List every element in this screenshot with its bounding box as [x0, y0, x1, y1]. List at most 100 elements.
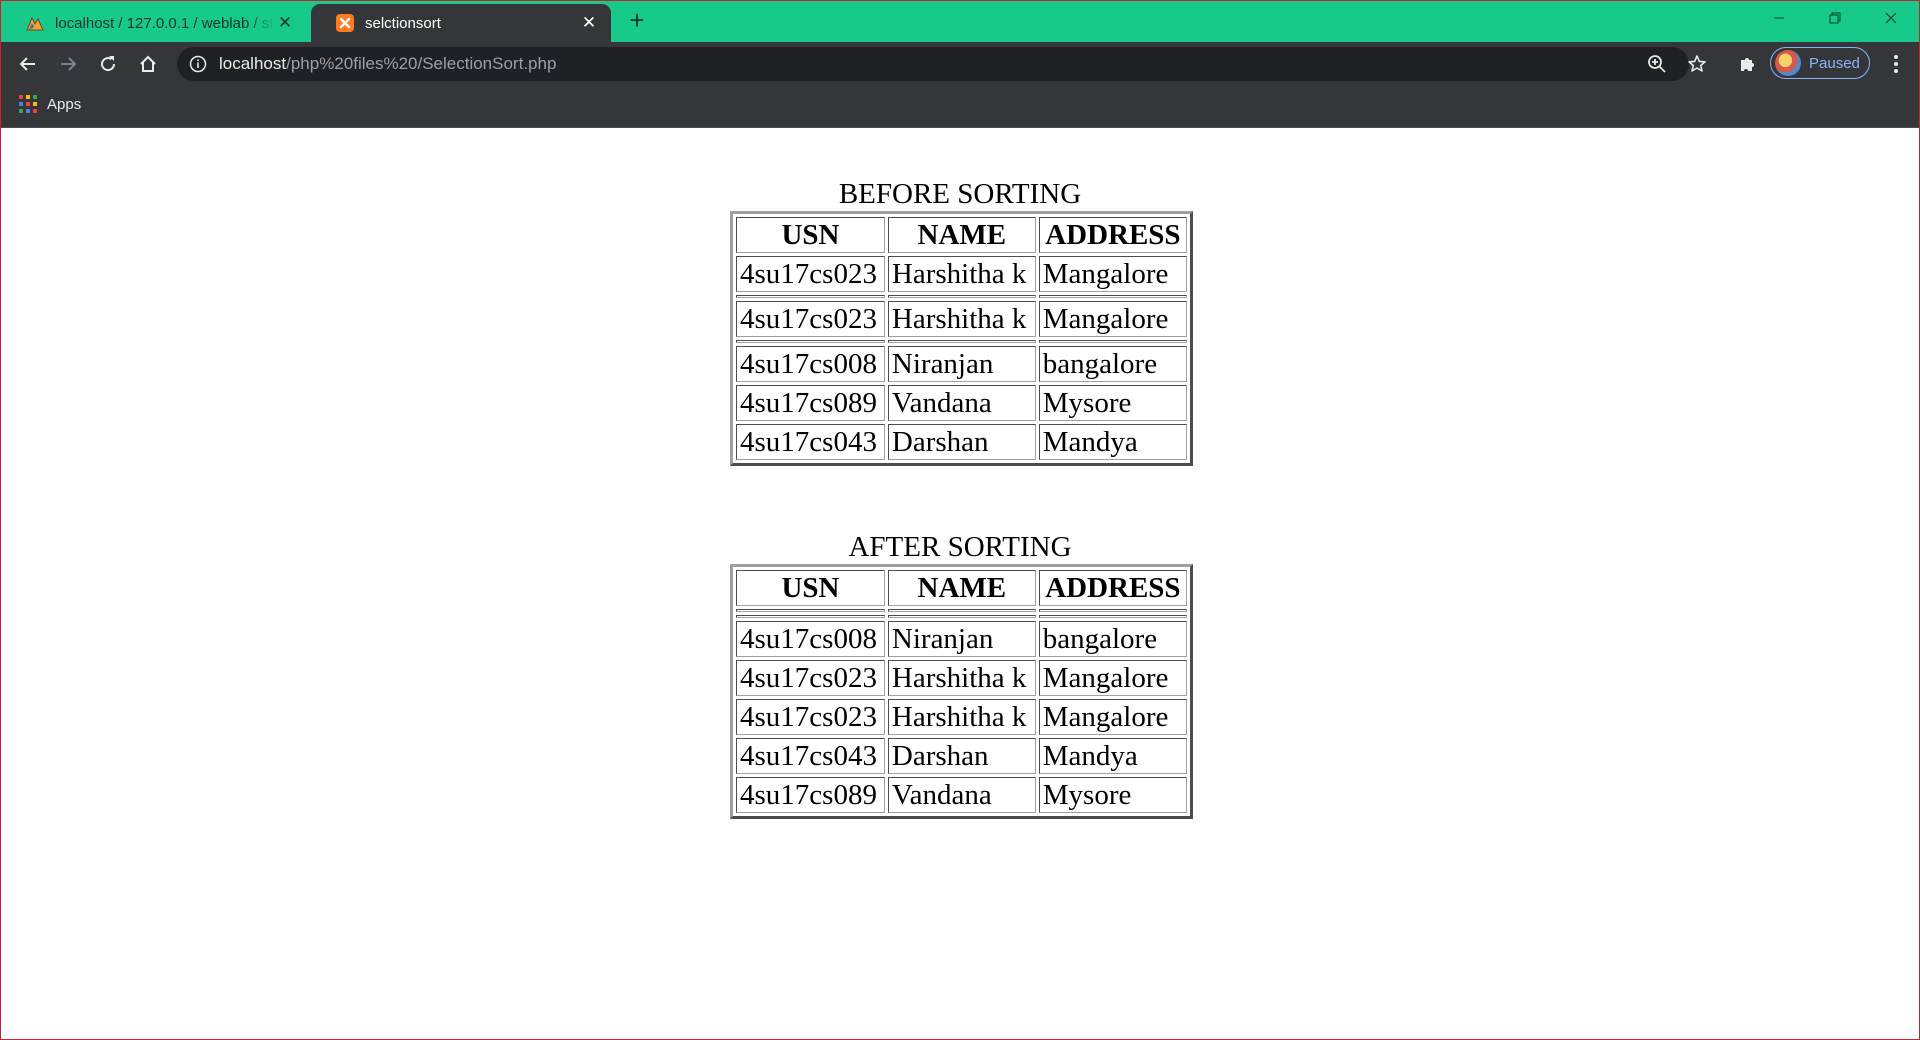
column-header-name: NAME: [887, 570, 1036, 606]
bookmarks-bar: Apps: [1, 86, 1919, 128]
column-header-usn: USN: [736, 570, 885, 606]
column-header-address: ADDRESS: [1038, 570, 1187, 606]
cell-usn: [736, 295, 885, 298]
table-row-empty: [736, 609, 1187, 612]
cell-usn: 4su17cs089: [736, 385, 885, 421]
table-row-empty: [736, 615, 1187, 618]
cell-usn: 4su17cs043: [736, 738, 885, 774]
new-tab-button[interactable]: +: [625, 7, 649, 33]
cell-address: [1038, 615, 1187, 618]
extensions-puzzle-icon[interactable]: [1732, 49, 1762, 79]
cell-name: Darshan: [887, 738, 1036, 774]
profile-status: Paused: [1809, 54, 1860, 72]
column-header-address: ADDRESS: [1038, 217, 1187, 253]
cell-address: Mangalore: [1038, 699, 1187, 735]
table-row: 4su17cs008 Niranjan bangalore: [736, 621, 1187, 657]
cell-usn: 4su17cs089: [736, 777, 885, 813]
cell-usn: [736, 609, 885, 612]
cell-name: Harshitha k: [887, 256, 1036, 292]
table-row: 4su17cs023 Harshitha k Mangalore: [736, 660, 1187, 696]
cell-address: [1038, 295, 1187, 298]
browser-toolbar: localhost/php%20files%20/SelectionSort.p…: [1, 42, 1919, 86]
table-row: 4su17cs043 Darshan Mandya: [736, 424, 1187, 460]
xampp-icon: [335, 13, 355, 33]
before-sorting-table: USN NAME ADDRESS 4su17cs023 Harshitha k …: [730, 211, 1193, 466]
cell-address: [1038, 340, 1187, 343]
cell-address: Mandya: [1038, 738, 1187, 774]
forward-icon[interactable]: [52, 48, 84, 80]
cell-usn: 4su17cs023: [736, 256, 885, 292]
close-icon[interactable]: ✕: [275, 13, 295, 33]
cell-address: Mangalore: [1038, 256, 1187, 292]
apps-grid-icon: [19, 95, 37, 113]
tab-selctionsort[interactable]: selctionsort ✕: [311, 4, 611, 42]
cell-name: Darshan: [887, 424, 1036, 460]
cell-usn: 4su17cs023: [736, 660, 885, 696]
page-content: BEFORE SORTING USN NAME ADDRESS 4su17cs0…: [1, 128, 1919, 1039]
cell-usn: 4su17cs008: [736, 621, 885, 657]
table-row: 4su17cs023 Harshitha k Mangalore: [736, 301, 1187, 337]
cell-name: [887, 615, 1036, 618]
cell-name: Harshitha k: [887, 699, 1036, 735]
after-sorting-caption: AFTER SORTING: [848, 531, 1072, 563]
avatar: [1775, 50, 1801, 76]
table-header-row: USN NAME ADDRESS: [736, 570, 1187, 606]
table-row: 4su17cs023 Harshitha k Mangalore: [736, 699, 1187, 735]
table-row: 4su17cs089 Vandana Mysore: [736, 777, 1187, 813]
cell-name: [887, 609, 1036, 612]
table-header-row: USN NAME ADDRESS: [736, 217, 1187, 253]
cell-address: bangalore: [1038, 346, 1187, 382]
cell-name: [887, 295, 1036, 298]
cell-name: Vandana: [887, 385, 1036, 421]
tab-strip: localhost / 127.0.0.1 / weblab / st ✕ se…: [1, 1, 1919, 42]
tab-title: localhost / 127.0.0.1 / weblab / st: [55, 14, 274, 32]
cell-address: Mysore: [1038, 385, 1187, 421]
browser-window: localhost / 127.0.0.1 / weblab / st ✕ se…: [0, 0, 1920, 1040]
table-row: 4su17cs008 Niranjan bangalore: [736, 346, 1187, 382]
back-icon[interactable]: [12, 48, 44, 80]
table-row: 4su17cs023 Harshitha k Mangalore: [736, 256, 1187, 292]
cell-address: [1038, 609, 1187, 612]
cell-name: [887, 340, 1036, 343]
bookmark-label: Apps: [47, 95, 82, 113]
tab-phpmyadmin[interactable]: localhost / 127.0.0.1 / weblab / st ✕: [1, 4, 307, 42]
minimize-icon[interactable]: [1751, 1, 1807, 35]
table-row: 4su17cs089 Vandana Mysore: [736, 385, 1187, 421]
table-row-empty: [736, 340, 1187, 343]
window-controls: [1751, 1, 1919, 35]
site-info-icon[interactable]: [189, 55, 207, 73]
url-host: localhost: [219, 54, 287, 73]
cell-address: Mangalore: [1038, 660, 1187, 696]
cell-usn: 4su17cs043: [736, 424, 885, 460]
cell-name: Niranjan: [887, 621, 1036, 657]
cell-name: Harshitha k: [887, 660, 1036, 696]
url-text[interactable]: localhost/php%20files%20/SelectionSort.p…: [219, 47, 556, 81]
cell-address: bangalore: [1038, 621, 1187, 657]
column-header-name: NAME: [887, 217, 1036, 253]
home-icon[interactable]: [132, 48, 164, 80]
cell-usn: [736, 615, 885, 618]
address-bar[interactable]: localhost/php%20files%20/SelectionSort.p…: [177, 47, 1706, 81]
close-window-icon[interactable]: [1863, 1, 1919, 35]
cell-name: Vandana: [887, 777, 1036, 813]
cell-usn: 4su17cs008: [736, 346, 885, 382]
phpmyadmin-icon: [25, 13, 45, 33]
zoom-icon[interactable]: [1645, 52, 1669, 76]
bookmark-apps[interactable]: Apps: [19, 95, 81, 113]
after-sorting-table: USN NAME ADDRESS 4su17cs008 Niranjan ban…: [730, 564, 1193, 819]
more-menu-icon[interactable]: [1881, 49, 1911, 79]
cell-name: Niranjan: [887, 346, 1036, 382]
table-row: 4su17cs043 Darshan Mandya: [736, 738, 1187, 774]
table-row-empty: [736, 295, 1187, 298]
cell-name: Harshitha k: [887, 301, 1036, 337]
cell-address: Mangalore: [1038, 301, 1187, 337]
restore-icon[interactable]: [1807, 1, 1863, 35]
profile-button[interactable]: Paused: [1770, 47, 1870, 79]
close-icon[interactable]: ✕: [579, 13, 599, 33]
reload-icon[interactable]: [92, 48, 124, 80]
before-sorting-caption: BEFORE SORTING: [838, 178, 1082, 210]
bookmark-star-icon[interactable]: [1685, 52, 1709, 76]
tab-title: selctionsort: [365, 14, 441, 32]
cell-address: Mysore: [1038, 777, 1187, 813]
cell-address: Mandya: [1038, 424, 1187, 460]
